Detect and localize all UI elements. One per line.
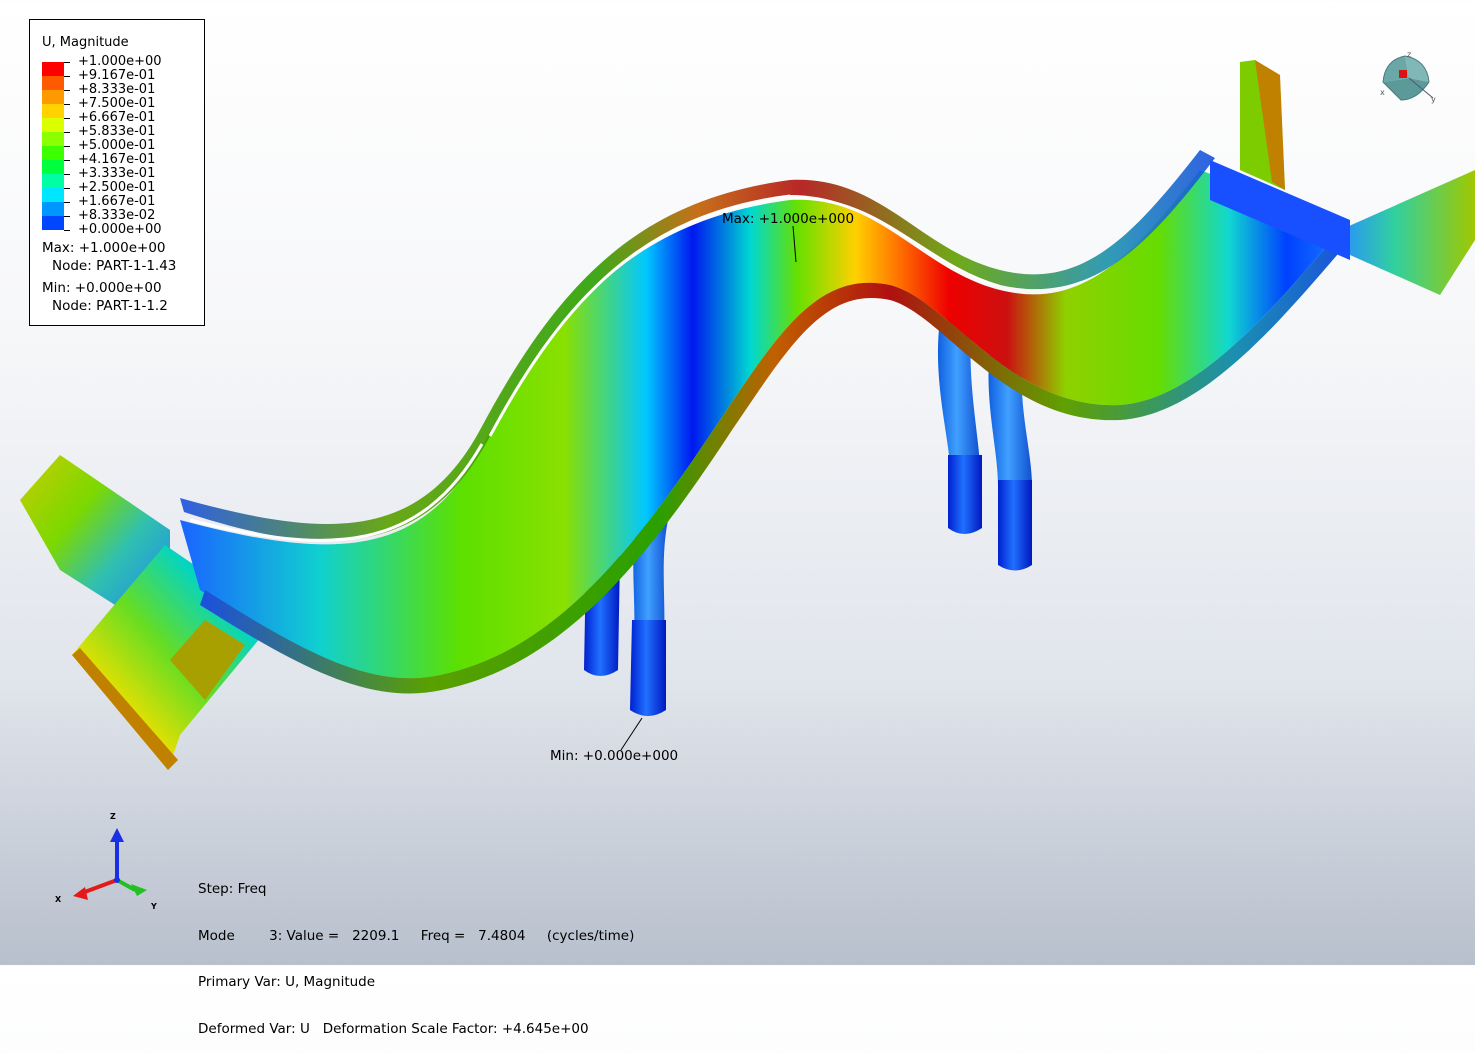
legend-tick — [64, 174, 70, 175]
legend-swatch — [42, 132, 64, 146]
legend-tick — [64, 188, 70, 189]
legend-tick — [64, 118, 70, 119]
legend-label: +4.167e-01 — [78, 152, 156, 167]
legend-label: +1.667e-01 — [78, 194, 156, 209]
legend-min-value: Min: +0.000e+00 — [42, 280, 162, 296]
info-mode: Mode 3: Value = 2209.1 Freq = 7.4804 (cy… — [198, 927, 635, 944]
legend-label: +1.000e+00 — [78, 54, 162, 69]
legend-swatch — [42, 76, 64, 90]
view-cube[interactable] — [1382, 55, 1434, 101]
legend-label: +5.000e-01 — [78, 138, 156, 153]
info-step: Step: Freq — [198, 881, 267, 897]
legend-swatch — [42, 188, 64, 202]
viewcube-x-label: x — [1380, 88, 1385, 97]
wavy-deck — [180, 150, 1350, 694]
viewcube-y-label: y — [1431, 95, 1436, 104]
legend-title: U, Magnitude — [42, 35, 129, 50]
legend-max-value: Max: +1.000e+00 — [42, 240, 166, 256]
contour-legend: U, Magnitude +1.000e+00 +9.167e-01 +8.333e… — [29, 19, 205, 326]
legend-tick — [64, 90, 70, 91]
legend-swatch — [42, 146, 64, 160]
legend-swatch — [42, 104, 64, 118]
legend-tick — [64, 76, 70, 77]
legend-label: +8.333e-01 — [78, 82, 156, 97]
legend-swatch — [42, 202, 64, 216]
legend-swatch — [42, 216, 64, 230]
legend-label: +7.500e-01 — [78, 96, 156, 111]
legend-tick — [64, 132, 70, 133]
max-annotation: Max: +1.000e+000 — [722, 211, 855, 227]
triad-z-label: Z — [110, 812, 116, 821]
legend-swatch — [42, 174, 64, 188]
triad-x-label: X — [55, 895, 62, 904]
legend-label: +0.000e+00 — [78, 222, 162, 237]
legend-tick — [64, 62, 70, 63]
min-annotation: Min: +0.000e+000 — [550, 748, 679, 764]
legend-tick — [64, 104, 70, 105]
legend-label: +3.333e-01 — [78, 166, 156, 181]
legend-label: +9.167e-01 — [78, 68, 156, 83]
legend-label: +2.500e-01 — [78, 180, 156, 195]
legend-max-node: Node: PART-1-1.43 — [52, 258, 177, 274]
legend-label: +6.667e-01 — [78, 110, 156, 125]
info-deformed-var: Deformed Var: U Deformation Scale Factor… — [198, 1020, 589, 1037]
min-leader-line — [620, 717, 643, 751]
viewcube-z-label: z — [1407, 50, 1412, 59]
legend-tick — [64, 146, 70, 147]
axis-triad[interactable] — [73, 828, 147, 900]
legend-swatch — [42, 160, 64, 174]
legend-tick — [64, 216, 70, 217]
legend-tick — [64, 160, 70, 161]
legend-color-bar — [42, 62, 64, 230]
legend-swatch — [42, 118, 64, 132]
info-primary-var: Primary Var: U, Magnitude — [198, 974, 376, 990]
legend-swatch — [42, 62, 64, 76]
legend-tick — [64, 230, 70, 231]
legend-tick — [64, 202, 70, 203]
legend-swatch — [42, 90, 64, 104]
model-viewport[interactable] — [0, 0, 1475, 965]
legend-label: +8.333e-02 — [78, 208, 156, 223]
legend-label: +5.833e-01 — [78, 124, 156, 139]
triad-y-label: Y — [151, 902, 157, 911]
analysis-info: Step: Freq Mode 3: Value = 2209.1 Freq =… — [198, 851, 634, 1053]
legend-min-node: Node: PART-1-1.2 — [52, 298, 168, 314]
